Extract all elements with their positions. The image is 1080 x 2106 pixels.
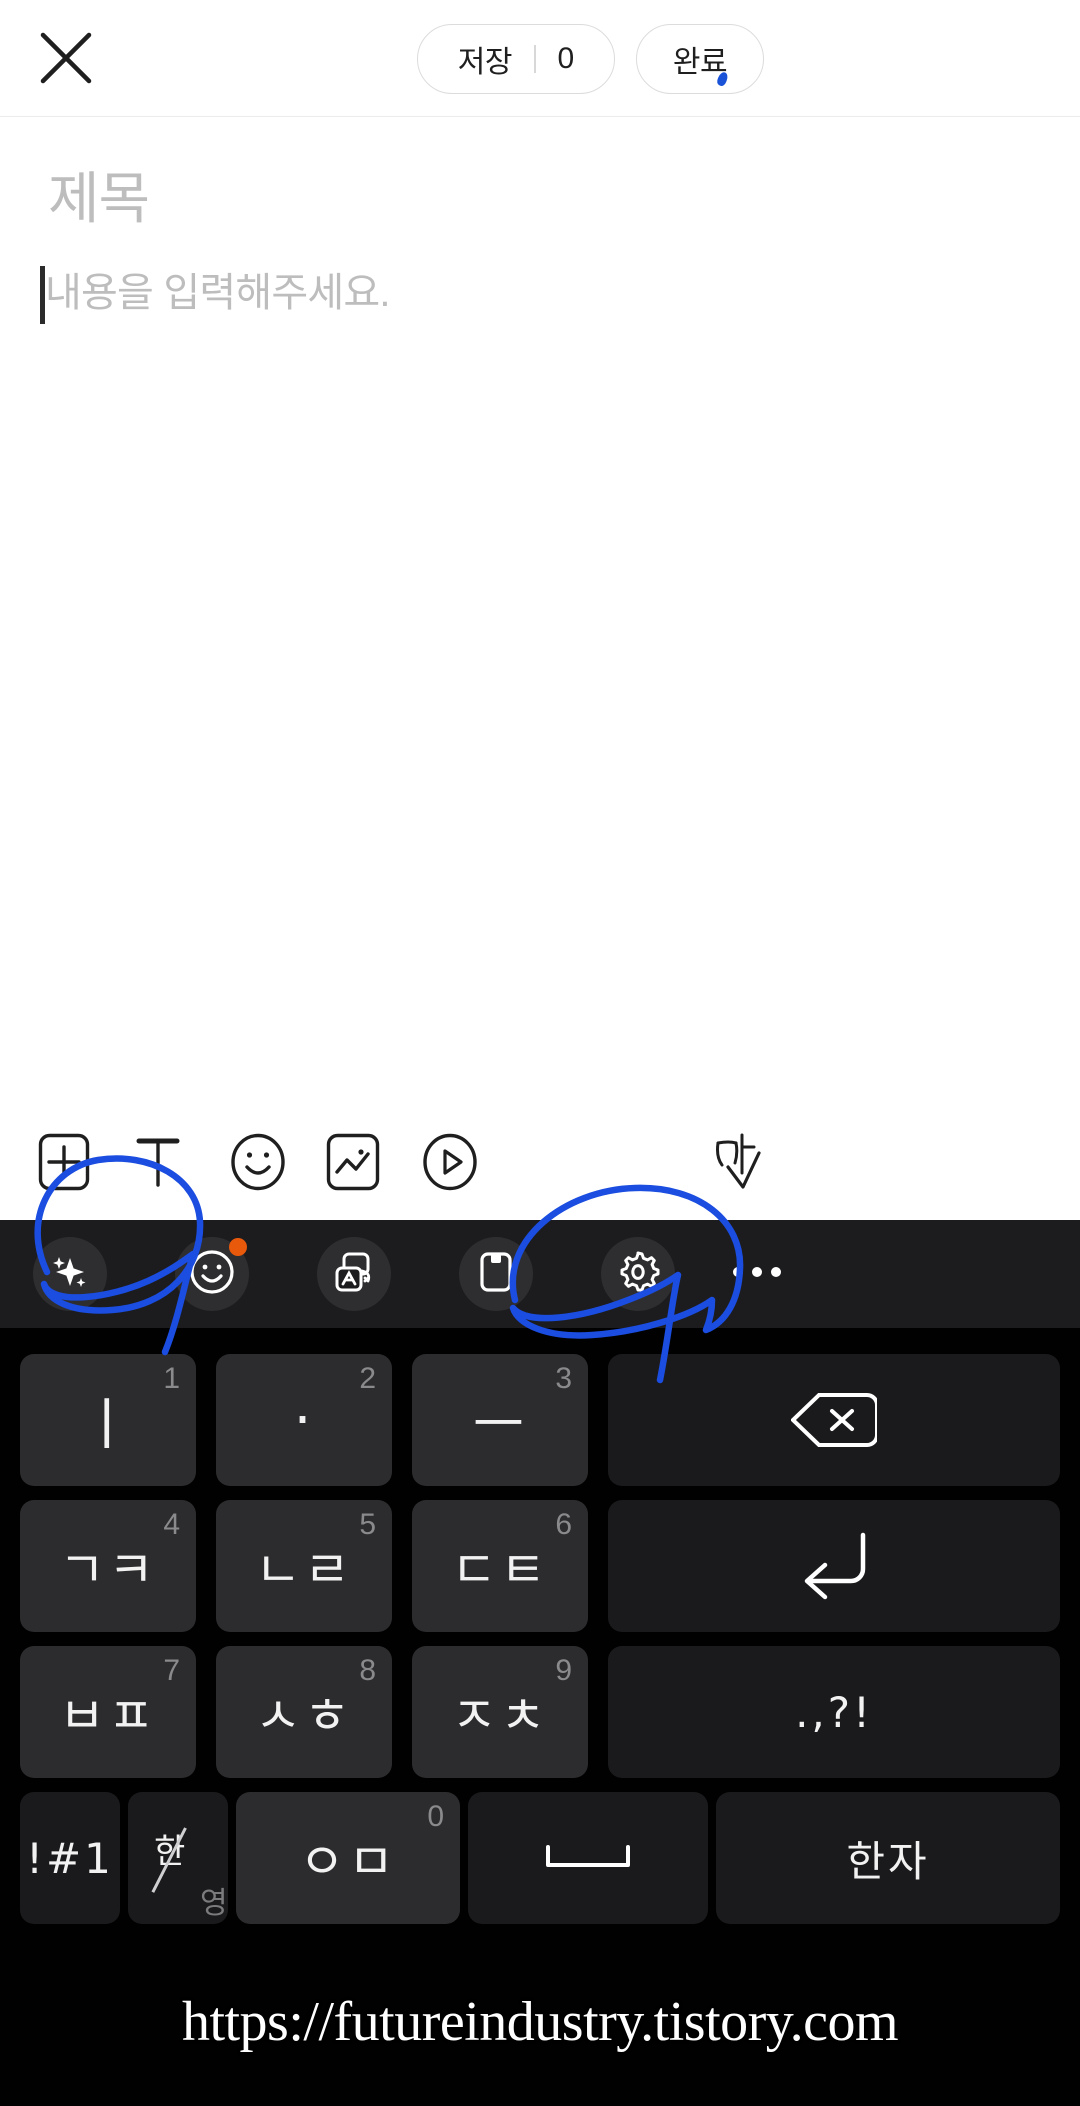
han-eng-composite: 한 영	[128, 1792, 228, 1924]
smiley-icon	[230, 1133, 286, 1196]
translate-button[interactable]	[317, 1237, 391, 1311]
editor-body[interactable]: 제목 내용을 입력해주세요.	[0, 117, 1080, 1121]
key-label: ㄱㅋ	[59, 1541, 157, 1599]
key-dot[interactable]: 2 ·	[216, 1354, 392, 1486]
keyboard-settings-button[interactable]	[601, 1237, 675, 1311]
text-format-button[interactable]	[118, 1108, 198, 1220]
key-number: 3	[555, 1362, 572, 1395]
key-label: ·	[293, 1387, 315, 1453]
key-number: 4	[163, 1508, 180, 1541]
emoji-sticker-button[interactable]	[175, 1237, 249, 1311]
smiley-icon	[188, 1248, 236, 1301]
key-symbols[interactable]: !#1	[20, 1792, 120, 1924]
done-button[interactable]: 완료	[636, 24, 764, 94]
yeong-label: 영	[200, 1887, 228, 1920]
save-button[interactable]: 저장 0	[417, 24, 615, 94]
key-label: 한자	[846, 1836, 930, 1886]
emoji-button[interactable]	[218, 1108, 298, 1220]
keyboard-toolbar	[0, 1220, 1080, 1328]
key-hanja[interactable]: 한자	[716, 1792, 1060, 1924]
key-space[interactable]	[468, 1792, 708, 1924]
backspace-icon	[791, 1389, 877, 1451]
content-input[interactable]: 내용을 입력해주세요.	[40, 262, 390, 324]
key-giyeok-kieuk[interactable]: 4 ㄱㅋ	[20, 1500, 196, 1632]
plus-box-icon	[38, 1133, 90, 1196]
key-label: ㅇㅁ	[299, 1833, 397, 1891]
key-label: ㄴㄹ	[255, 1541, 353, 1599]
sparkle-icon	[48, 1250, 92, 1299]
editor-toolbar	[0, 1108, 1080, 1220]
key-number: 5	[359, 1508, 376, 1541]
key-siot-hieut[interactable]: 8 ㅅㅎ	[216, 1646, 392, 1778]
text-t-icon	[131, 1133, 185, 1196]
key-label: ㅣ	[80, 1392, 136, 1458]
ai-assist-button[interactable]	[33, 1237, 107, 1311]
notification-badge	[229, 1238, 247, 1256]
clipboard-icon	[475, 1249, 517, 1300]
save-count-label: 0	[557, 42, 575, 75]
key-enter[interactable]	[608, 1500, 1060, 1632]
clipboard-button[interactable]	[459, 1237, 533, 1311]
keyboard-hide-button[interactable]	[700, 1108, 780, 1220]
title-input-placeholder[interactable]: 제목	[48, 154, 150, 235]
space-icon	[542, 1841, 634, 1875]
top-bar: 저장 0 완료	[0, 0, 1080, 117]
key-digeut-tieut[interactable]: 6 ㄷㅌ	[412, 1500, 588, 1632]
han-label: 한	[154, 1833, 186, 1871]
save-button-divider	[534, 45, 536, 73]
key-number: 6	[555, 1508, 572, 1541]
key-label: !#1	[26, 1833, 114, 1883]
key-label: .,?!	[795, 1687, 873, 1737]
key-number: 0	[427, 1800, 444, 1833]
key-punctuation[interactable]: .,?!	[608, 1646, 1060, 1778]
key-number: 9	[555, 1654, 572, 1687]
key-ieung-mieum[interactable]: 0 ㅇㅁ	[236, 1792, 460, 1924]
translate-icon	[331, 1249, 377, 1300]
key-backspace[interactable]	[608, 1354, 1060, 1486]
key-i[interactable]: 1 ㅣ	[20, 1354, 196, 1486]
image-icon	[326, 1133, 380, 1196]
ellipsis-icon	[732, 1265, 782, 1284]
key-jieut-chieut[interactable]: 9 ㅈㅊ	[412, 1646, 588, 1778]
key-label: ㅂㅍ	[59, 1687, 157, 1745]
gear-icon	[615, 1249, 661, 1300]
close-button[interactable]	[30, 22, 102, 94]
key-han-eng[interactable]: 한 영	[128, 1792, 228, 1924]
key-number: 7	[163, 1654, 180, 1687]
key-eu[interactable]: 3 ㅡ	[412, 1354, 588, 1486]
key-nieun-rieul[interactable]: 5 ㄴㄹ	[216, 1500, 392, 1632]
key-bieup-pieup[interactable]: 7 ㅂㅍ	[20, 1646, 196, 1778]
save-button-label: 저장	[457, 46, 513, 79]
enter-icon	[795, 1529, 873, 1603]
app-screen: 저장 0 완료 제목 내용을 입력해주세요. 1 ㅣ 2 · 3 ㅡ 4 ㄱㅋ …	[0, 0, 1080, 2106]
play-circle-icon	[422, 1133, 478, 1196]
content-input-placeholder: 내용을 입력해주세요.	[45, 271, 390, 315]
key-number: 2	[359, 1362, 376, 1395]
more-options-button[interactable]	[720, 1237, 794, 1311]
watermark-url: https://futureindustry.tistory.com	[181, 1991, 899, 2053]
ga-down-arrow-icon	[704, 1129, 776, 1200]
add-block-button[interactable]	[24, 1108, 104, 1220]
key-number: 1	[163, 1362, 180, 1395]
video-button[interactable]	[410, 1108, 490, 1220]
key-label: ㅈㅊ	[451, 1687, 549, 1745]
image-button[interactable]	[313, 1108, 393, 1220]
key-number: 8	[359, 1654, 376, 1687]
key-label: ㅅㅎ	[255, 1687, 353, 1745]
key-label: ㅡ	[472, 1392, 528, 1458]
key-label: ㄷㅌ	[451, 1541, 549, 1599]
close-icon	[35, 27, 97, 89]
